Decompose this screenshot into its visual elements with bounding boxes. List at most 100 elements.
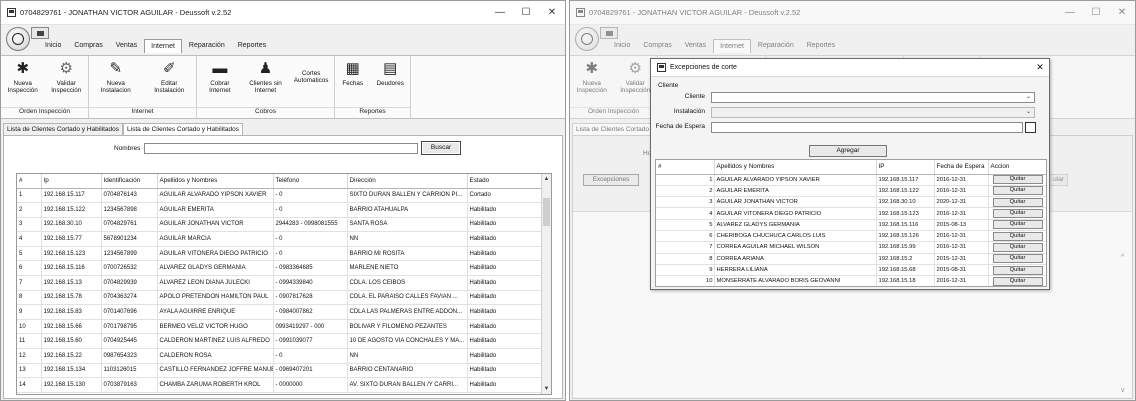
tab-reparacion[interactable]: Reparación xyxy=(183,39,231,53)
tab-internet[interactable]: Internet xyxy=(713,39,751,53)
table-row[interactable]: 10 192.168.15.66 0701798795 BERMEO VELIZ VI… xyxy=(17,319,544,335)
scroll-up-icon[interactable]: ▲ xyxy=(542,174,551,184)
clients-scrollbar[interactable]: ▲ ▼ xyxy=(541,174,551,394)
table-cell: CORREA AGUILAR MICHAEL WILSON xyxy=(714,241,877,254)
nueva-inspeccion-button[interactable]: ✱ Nueva Inspección xyxy=(2,60,44,94)
background-scrollbar[interactable]: ^ v xyxy=(1121,254,1130,394)
column-header[interactable]: Teléfono xyxy=(273,174,348,189)
table-row[interactable]: 6 192.168.15.116 0700726532 ALVAREZ GLADYS … xyxy=(17,260,544,277)
column-header[interactable]: Fecha de Espera xyxy=(934,160,989,175)
maximize-button[interactable]: ☐ xyxy=(1083,7,1109,18)
tab-ventas[interactable]: Ventas xyxy=(110,39,143,53)
column-header[interactable]: Apellidos y Nombres xyxy=(157,174,274,189)
quitar-button[interactable]: Quitar xyxy=(992,209,1043,219)
table-row[interactable]: 2 192.168.15.122 1234567898 AGUILAR EMERITA… xyxy=(17,202,544,218)
cobrar-internet-button[interactable]: ▬ Cobrar Internet xyxy=(199,60,241,94)
table-row[interactable]: 3 AGUILAR JONATHAN VICTOR 192.168.30.10 202… xyxy=(656,196,1046,209)
table-row[interactable]: 9 HERRERA LILIANA 192.168.15.68 2015-08-31 Q… xyxy=(656,264,1046,277)
quitar-button[interactable]: Quitar xyxy=(992,175,1043,185)
excepciones-button[interactable]: Excepciones xyxy=(583,174,639,186)
chevron-down-icon[interactable]: ⌄ xyxy=(1026,93,1031,100)
close-button[interactable]: ✕ xyxy=(1109,7,1135,18)
quitar-button[interactable]: Quitar xyxy=(992,231,1043,241)
table-row[interactable]: 7 CORREA AGUILAR MICHAEL WILSON 192.168.15… xyxy=(656,241,1046,254)
quitar-button[interactable]: Quitar xyxy=(992,186,1043,196)
quitar-button[interactable]: Quitar xyxy=(992,220,1043,230)
chevron-down-icon[interactable]: ⌄ xyxy=(1026,108,1031,115)
search-input[interactable] xyxy=(144,143,418,154)
tab-compras[interactable]: Compras xyxy=(68,39,108,53)
scroll-down-icon[interactable]: ▼ xyxy=(542,384,551,394)
table-cell: CHERIBOGA CHUCHUCA CARLOS LUIS xyxy=(714,230,877,243)
column-header[interactable]: # xyxy=(656,160,715,175)
validar-inspeccion-button[interactable]: ⚙ Validar Inspección xyxy=(45,60,87,94)
doc-tab-1[interactable]: Lista de Clientes Cortado y Habilitados xyxy=(3,123,124,135)
column-header[interactable]: Identificación xyxy=(101,174,158,189)
calendar-icon[interactable] xyxy=(1025,122,1036,133)
application-menu-button[interactable] xyxy=(6,27,30,51)
application-menu-button[interactable] xyxy=(575,27,599,51)
minimize-button[interactable]: — xyxy=(1057,7,1083,18)
close-icon[interactable]: ✕ xyxy=(1031,62,1049,73)
table-row[interactable]: 3 192.168.30.10 0704829761 AGUILAR JONATHAN… xyxy=(17,217,544,233)
tab-inicio[interactable]: Inicio xyxy=(39,39,67,53)
table-row[interactable]: 8 192.168.15.78 0704363274 APOLO PRETENDON … xyxy=(17,290,544,306)
tab-reportes[interactable]: Reportes xyxy=(801,39,841,53)
quitar-button[interactable]: Quitar xyxy=(992,276,1043,286)
scroll-up-icon[interactable]: ^ xyxy=(1121,254,1124,261)
doc-tab-2[interactable]: Lista de Clientes Cortado y Habilitados xyxy=(123,123,244,135)
column-header[interactable]: Accion xyxy=(988,160,1046,175)
table-row[interactable]: 10 MONSERRATE ALVARADO BORIS GEOVANNI 192.… xyxy=(656,275,1046,286)
nueva-instalacion-button[interactable]: ✎ Nueva Instalacion xyxy=(95,60,137,94)
table-row[interactable]: 9 192.168.15.83 0701407696 AYALA AGUIRRE EN… xyxy=(17,304,544,320)
table-row[interactable]: 6 CHERIBOGA CHUCHUCA CARLOS LUIS 192.168.1… xyxy=(656,230,1046,243)
deudores-button[interactable]: ▤ Deudores xyxy=(372,60,408,87)
table-row[interactable]: 1 192.168.15.117 0704876143 AGUILAR ALVARAD… xyxy=(17,188,544,204)
table-row[interactable]: 8 CORREA ARIANA 192.168.15.2 2015-12-31 Quit… xyxy=(656,253,1046,265)
nueva-inspeccion-button[interactable]: ✱ Nueva Inspección xyxy=(571,60,613,94)
column-header[interactable]: Dirección xyxy=(347,174,468,189)
tab-reparacion[interactable]: Reparación xyxy=(752,39,800,53)
table-row[interactable]: 14 192.168.15.130 0703879163 CHAMBA ZARUMA … xyxy=(17,377,544,393)
table-row[interactable]: 13 192.168.15.134 1103126015 CASTILLO FERNA… xyxy=(17,363,544,379)
column-header[interactable]: # xyxy=(17,174,42,189)
close-button[interactable]: ✕ xyxy=(539,7,565,18)
table-row[interactable]: 5 ALVAREZ GLADYS GERMANIA 192.168.15.116 20… xyxy=(656,219,1046,231)
tab-reportes[interactable]: Reportes xyxy=(232,39,272,53)
table-row[interactable]: 4 192.168.15.77 5678901234 AGUILAR MARCIA - … xyxy=(17,231,544,247)
quick-access-button[interactable] xyxy=(31,27,49,39)
scroll-down-icon[interactable]: v xyxy=(1121,387,1125,394)
quitar-button[interactable]: Quitar xyxy=(992,265,1043,275)
maximize-button[interactable]: ☐ xyxy=(513,7,539,18)
tab-internet[interactable]: Internet xyxy=(144,39,182,53)
tab-compras[interactable]: Compras xyxy=(637,39,677,53)
fechas-button[interactable]: ▦ Fechas xyxy=(337,60,369,87)
quitar-button[interactable]: Quitar xyxy=(992,254,1043,264)
tab-ventas[interactable]: Ventas xyxy=(679,39,712,53)
quick-access-button[interactable] xyxy=(600,27,618,39)
quitar-button[interactable]: Quitar xyxy=(992,242,1043,252)
editar-instalacion-button[interactable]: ✐ Editar Instalación xyxy=(148,60,190,94)
table-row[interactable]: 7 192.168.15.13 0704829939 ALVAREZ LEON DIA… xyxy=(17,275,544,291)
table-row[interactable]: 11 192.168.15.60 0704925445 CALDERON MARTIN… xyxy=(17,333,544,350)
table-row[interactable]: 1 AGUILAR ALVARADO YIPSON XAVIER 192.168.1… xyxy=(656,174,1046,186)
agregar-button[interactable]: Agregar xyxy=(809,145,887,157)
quitar-button[interactable]: Quitar xyxy=(992,197,1043,207)
table-row[interactable]: 2 AGUILAR EMERITA 192.168.15.122 2016-12-31… xyxy=(656,185,1046,198)
minimize-button[interactable]: — xyxy=(487,7,513,18)
instalacion-select[interactable]: ⌄ xyxy=(711,107,1035,118)
table-row[interactable]: 5 192.168.15.123 1234567899 AGUILAR VITONER… xyxy=(17,246,544,262)
column-header[interactable]: Apellidos y Nombres xyxy=(714,160,877,175)
clientes-sin-internet-button[interactable]: ♟ Clientes sin Internet xyxy=(244,60,286,94)
column-header[interactable]: Estado xyxy=(467,174,544,189)
scroll-thumb[interactable] xyxy=(543,198,550,226)
cliente-select[interactable]: ⌄ xyxy=(711,92,1035,103)
fecha-input[interactable] xyxy=(711,122,1036,133)
table-row[interactable]: 4 AGUILAR VITONERA DIEGO PATRICIO 192.168.… xyxy=(656,207,1046,220)
column-header[interactable]: Ip xyxy=(41,174,102,189)
column-header[interactable]: IP xyxy=(876,160,935,175)
search-button[interactable]: Buscar xyxy=(421,141,461,155)
tab-inicio[interactable]: Inicio xyxy=(608,39,636,53)
table-row[interactable]: 12 192.168.15.22 0987654323 CALDERON ROSA - … xyxy=(17,348,544,364)
cortes-automaticos-button[interactable]: Cortes Automaticos xyxy=(290,60,332,84)
